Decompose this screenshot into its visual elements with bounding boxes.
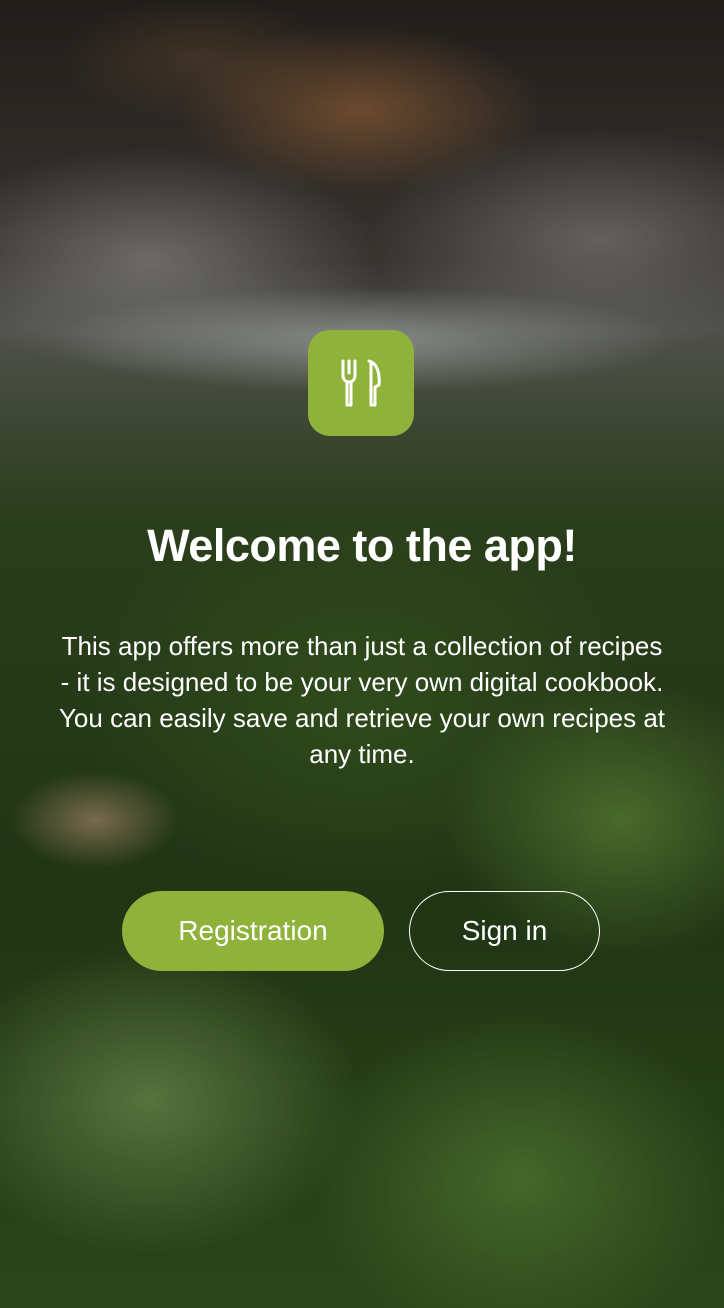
registration-button[interactable]: Registration bbox=[122, 891, 384, 971]
welcome-description: This app offers more than just a collect… bbox=[58, 631, 666, 769]
welcome-screen: Welcome to the app! This app offers more… bbox=[0, 0, 724, 1308]
sign-in-button[interactable]: Sign in bbox=[409, 891, 600, 971]
page-title: Welcome to the app! bbox=[147, 520, 577, 571]
welcome-content: Welcome to the app! This app offers more… bbox=[0, 0, 724, 1308]
fork-knife-icon bbox=[341, 359, 381, 407]
app-logo bbox=[308, 330, 414, 436]
